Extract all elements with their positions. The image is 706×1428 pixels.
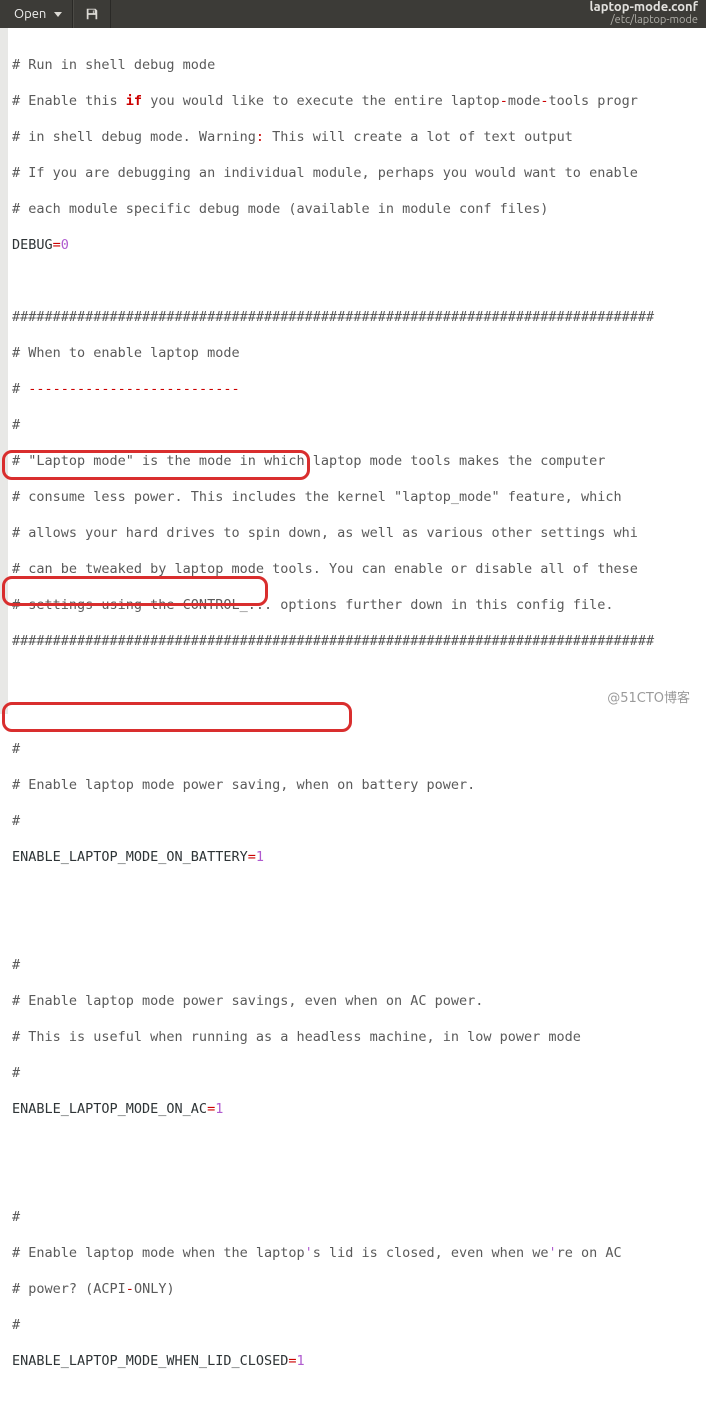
code-line: ########################################… bbox=[12, 308, 706, 326]
code-line bbox=[12, 704, 706, 722]
code-line: DEBUG=0 bbox=[12, 236, 706, 254]
code-line: # can be tweaked by laptop mode tools. Y… bbox=[12, 560, 706, 578]
open-label: Open bbox=[14, 5, 46, 23]
editor-area[interactable]: # Run in shell debug mode # Enable this … bbox=[8, 28, 706, 1428]
save-icon bbox=[85, 7, 99, 21]
code-line: # bbox=[12, 1064, 706, 1082]
code-line bbox=[12, 1172, 706, 1190]
code-line: # This is useful when running as a headl… bbox=[12, 1028, 706, 1046]
code-line: # power? (ACPI-ONLY) bbox=[12, 1280, 706, 1298]
code-line: # Enable laptop mode when the laptop's l… bbox=[12, 1244, 706, 1262]
code-line: # bbox=[12, 812, 706, 830]
code-line: # bbox=[12, 956, 706, 974]
code-line: # settings using the CONTROL_... options… bbox=[12, 596, 706, 614]
code-line bbox=[12, 920, 706, 938]
code-line: ENABLE_LAPTOP_MODE_ON_AC=1 bbox=[12, 1100, 706, 1118]
code-line: # bbox=[12, 1316, 706, 1334]
code-line: # If you are debugging an individual mod… bbox=[12, 164, 706, 182]
code-line: # Enable this if you would like to execu… bbox=[12, 92, 706, 110]
code-line: ENABLE_LAPTOP_MODE_ON_BATTERY=1 bbox=[12, 848, 706, 866]
code-line: # Enable laptop mode power savings, even… bbox=[12, 992, 706, 1010]
code-line: # bbox=[12, 740, 706, 758]
file-name: laptop-mode.conf bbox=[590, 1, 698, 14]
title-filename: laptop-mode.conf /etc/laptop-mode bbox=[590, 0, 706, 28]
file-path: /etc/laptop-mode bbox=[590, 14, 698, 27]
code-line: # When to enable laptop mode bbox=[12, 344, 706, 362]
code-line: # Enable laptop mode power saving, when … bbox=[12, 776, 706, 794]
code-line: ########################################… bbox=[12, 632, 706, 650]
code-line: # each module specific debug mode (avail… bbox=[12, 200, 706, 218]
code-line: # bbox=[12, 416, 706, 434]
code-line bbox=[12, 668, 706, 686]
code-line: # in shell debug mode. Warning: This wil… bbox=[12, 128, 706, 146]
code-line: # bbox=[12, 1208, 706, 1226]
code-line: ENABLE_LAPTOP_MODE_WHEN_LID_CLOSED=1 bbox=[12, 1352, 706, 1370]
code-line: # allows your hard drives to spin down, … bbox=[12, 524, 706, 542]
save-button[interactable] bbox=[73, 0, 111, 28]
code-line: # -------------------------- bbox=[12, 380, 706, 398]
code-line: # Run in shell debug mode bbox=[12, 56, 706, 74]
code-line bbox=[12, 1136, 706, 1154]
open-button[interactable]: Open bbox=[0, 0, 73, 28]
code-line bbox=[12, 272, 706, 290]
code-line: # "Laptop mode" is the mode in which lap… bbox=[12, 452, 706, 470]
chevron-down-icon bbox=[54, 12, 62, 17]
code-line: # consume less power. This includes the … bbox=[12, 488, 706, 506]
gutter bbox=[0, 28, 8, 714]
title-bar: Open laptop-mode.conf /etc/laptop-mode bbox=[0, 0, 706, 28]
code-line bbox=[12, 884, 706, 902]
toolbar-left: Open bbox=[0, 0, 111, 28]
